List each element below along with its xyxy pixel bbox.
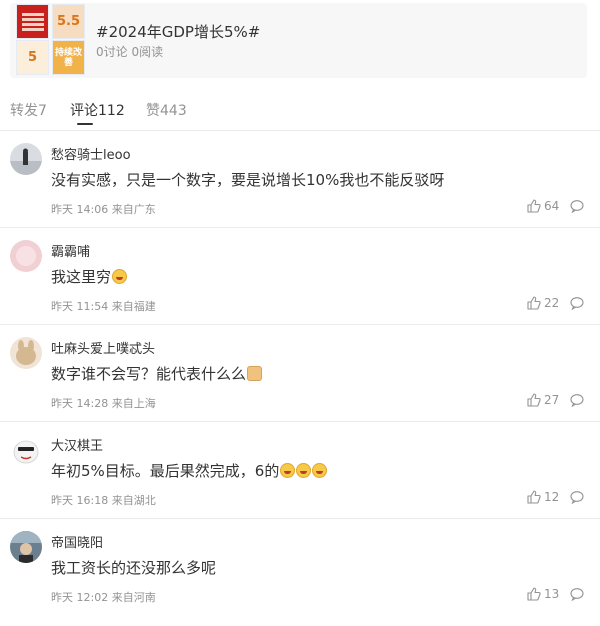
topic-card[interactable]: 5.5 5 持续改善 #2024年GDP增长5%# 0讨论 0阅读: [10, 3, 587, 78]
thumbs-up-icon: [527, 393, 541, 407]
topic-title[interactable]: #2024年GDP增长5%#: [96, 21, 260, 42]
thumbnail-tile: 持续改善: [52, 40, 85, 75]
avatar[interactable]: [10, 240, 42, 272]
like-button[interactable]: 13: [527, 586, 559, 602]
topic-stats: 0讨论 0阅读: [96, 45, 164, 59]
reply-icon[interactable]: [570, 490, 584, 504]
comment-meta: 昨天 14:06 来自广东: [51, 203, 156, 216]
like-count: 27: [544, 393, 560, 407]
comment-username[interactable]: 愁容骑士leoo: [51, 144, 131, 163]
comment-text: 我这里穷: [51, 266, 128, 287]
comment-meta: 昨天 16:18 来自湖北: [51, 494, 156, 507]
like-count: 13: [544, 587, 560, 601]
laugh-emoji-icon: [312, 463, 328, 478]
comment-username[interactable]: 吐麻头爱上噗忒头: [51, 338, 155, 357]
thumbnail-tile: 5.5: [52, 4, 85, 39]
avatar[interactable]: [10, 531, 42, 563]
like-count: 12: [544, 490, 560, 504]
comment-item: 帝国晓阳 我工资长的还没那么多呢 昨天 12:02 来自河南 13: [0, 519, 600, 616]
like-button[interactable]: 27: [527, 392, 559, 408]
comment-meta: 昨天 12:02 来自河南: [51, 591, 156, 604]
comment-text: 年初5%目标。最后果然完成，6的: [51, 460, 328, 481]
laugh-emoji-icon: [296, 463, 312, 478]
laugh-emoji-icon: [280, 463, 296, 478]
active-tab-indicator: [77, 123, 93, 125]
reply-icon[interactable]: [570, 199, 584, 213]
comment-username[interactable]: 帝国晓阳: [51, 532, 103, 551]
comment-item: 霸霸哺 我这里穷 昨天 11:54 来自福建 22: [0, 228, 600, 325]
thumbs-up-icon: [527, 296, 541, 310]
tab-likes[interactable]: 赞443: [146, 100, 187, 120]
laugh-emoji-icon: [112, 269, 128, 284]
thumbnail-tile-report: [16, 4, 49, 39]
like-count: 22: [544, 296, 560, 310]
reply-icon[interactable]: [570, 587, 584, 601]
topic-thumbnail: 5.5 5 持续改善: [16, 4, 86, 76]
comment-tabs: 转发7 评论112 赞443: [0, 92, 600, 128]
comment-username[interactable]: 霸霸哺: [51, 241, 90, 260]
reply-icon[interactable]: [570, 393, 584, 407]
thumbs-up-icon: [527, 199, 541, 213]
avatar[interactable]: [10, 143, 42, 175]
like-button[interactable]: 12: [527, 489, 559, 505]
thumbs-up-icon: [527, 490, 541, 504]
avatar[interactable]: [10, 337, 42, 369]
comment-meta: 昨天 11:54 来自福建: [51, 300, 156, 313]
tab-comments[interactable]: 评论112: [70, 100, 125, 120]
comment-meta: 昨天 14:28 来自上海: [51, 397, 156, 410]
like-button[interactable]: 22: [527, 295, 559, 311]
comment-text: 数字谁不会写？能代表什么么: [51, 363, 263, 384]
avatar[interactable]: [10, 434, 42, 466]
comment-text: 我工资长的还没那么多呢: [51, 559, 217, 577]
tab-repost[interactable]: 转发7: [10, 100, 47, 120]
doge-emoji-icon: [247, 366, 263, 381]
comment-item: 吐麻头爱上噗忒头 数字谁不会写？能代表什么么 昨天 14:28 来自上海 27: [0, 325, 600, 422]
thumbs-up-icon: [527, 587, 541, 601]
comment-username[interactable]: 大汉棋王: [51, 435, 103, 454]
reply-icon[interactable]: [570, 296, 584, 310]
comment-item: 大汉棋王 年初5%目标。最后果然完成，6的 昨天 16:18 来自湖北 12: [0, 422, 600, 519]
like-button[interactable]: 64: [527, 198, 559, 214]
comment-text: 没有实感，只是一个数字，要是说增长10%我也不能反驳呀: [51, 171, 445, 189]
like-count: 64: [544, 199, 560, 213]
thumbnail-tile: 5: [16, 40, 49, 75]
comment-item: 愁容骑士leoo 没有实感，只是一个数字，要是说增长10%我也不能反驳呀 昨天 …: [0, 131, 600, 228]
